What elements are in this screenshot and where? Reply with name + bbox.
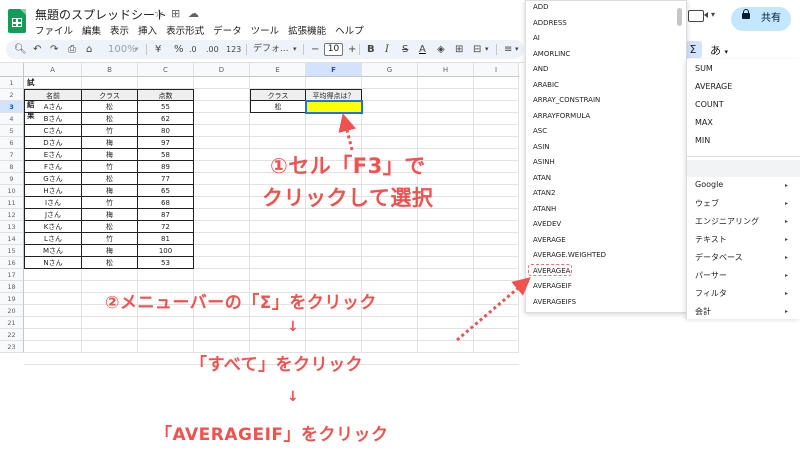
annotation-arrows xyxy=(338,113,531,342)
arrow-to-f3 xyxy=(338,113,356,151)
screenshot-stage: 無題のスプレッドシート ☆ ⊞ ☁ ファイル 編集 表示 挿入 表示形式 データ… xyxy=(0,0,800,450)
arrow-to-averageif xyxy=(456,277,531,342)
